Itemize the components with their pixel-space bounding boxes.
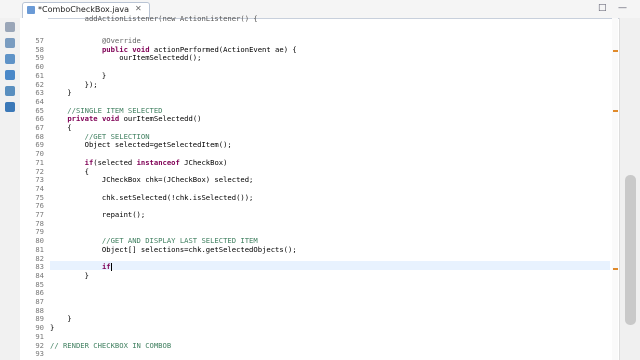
code-line: //GET AND DISPLAY LAST SELECTED ITEM [50, 236, 258, 246]
scrollbar-thumb[interactable] [625, 175, 636, 325]
code-line: } [50, 88, 72, 98]
line-number: 88 [35, 305, 44, 315]
vertical-scrollbar[interactable] [619, 18, 640, 360]
line-number: 81 [35, 244, 44, 254]
line-number: 75 [35, 192, 44, 202]
warning-marker[interactable] [613, 50, 618, 52]
warning-marker[interactable] [613, 110, 618, 112]
code-line: } [50, 270, 89, 280]
line-number: 71 [35, 157, 44, 167]
code-line: if [101, 262, 112, 272]
line-number-gutter: 57 58 59 60 61 62 63 64 65 66 67 68 69 70 71 72 73 74 75 76… [20, 18, 48, 360]
code-line: public void actionPerformed(ActionEvent … [101, 44, 297, 54]
text-caret [110, 263, 112, 272]
maximize-icon[interactable]: □ [598, 3, 607, 13]
code-line: //GET SELECTION [50, 131, 150, 141]
code-line: } [50, 314, 72, 324]
code-line: ourItemSelectedd(); [50, 53, 202, 63]
tab-title: *ComboCheckBox.java [38, 5, 130, 14]
line-number: 63 [35, 88, 44, 98]
line-number: 65 [35, 105, 44, 115]
code-line: private void ourItemSelectedd() [67, 114, 202, 124]
java-file-icon [27, 6, 35, 14]
line-number: 73 [35, 175, 44, 185]
line-number: 92 [35, 340, 44, 350]
line-number: 57 [35, 36, 44, 45]
code-line: } [50, 70, 107, 80]
line-number: 93 [35, 349, 44, 359]
line-number: 74 [35, 183, 44, 193]
code-line: } [50, 323, 55, 333]
code-line: { [50, 123, 72, 132]
code-line: repaint(); [50, 210, 146, 219]
line-number: 80 [35, 236, 44, 246]
line-number: 87 [35, 297, 44, 306]
error-marker[interactable] [613, 268, 618, 270]
line-number: 72 [35, 166, 44, 176]
code-line: @Override [50, 36, 141, 45]
close-tab-icon[interactable]: ✕ [135, 4, 142, 13]
line-number: 85 [35, 279, 44, 289]
code-line: Object[] selections=chk.getSelectedObjec… [50, 244, 297, 254]
code-line: chk.setSelected(!chk.isSelected()); [50, 192, 254, 202]
line-number: 66 [35, 114, 44, 124]
partial-code-line: addActionListener(new ActionListener() { [50, 14, 258, 23]
minimize-icon[interactable]: — [618, 3, 627, 13]
line-number: 90 [35, 323, 44, 333]
line-number: 79 [35, 227, 44, 237]
line-number: 58 [35, 44, 44, 54]
overview-ruler [612, 18, 618, 360]
line-number: 76 [35, 201, 44, 211]
line-number: 83 [35, 262, 44, 272]
line-number: 61 [35, 70, 44, 80]
code-line: //SINGLE ITEM SELECTED [50, 105, 163, 115]
code-line: }); [50, 79, 98, 89]
line-number: 70 [35, 149, 44, 159]
code-line: { [50, 166, 89, 176]
line-number: 89 [35, 314, 44, 324]
line-number: 68 [35, 131, 44, 141]
line-number: 86 [35, 288, 44, 298]
line-number: 59 [35, 53, 44, 63]
line-number: 82 [35, 253, 44, 263]
line-number: 60 [35, 62, 44, 72]
line-number: 77 [35, 210, 44, 219]
code-line: JCheckBox chk=(JCheckBox) selected; [50, 175, 254, 185]
line-number: 84 [35, 270, 44, 280]
line-number: 62 [35, 79, 44, 89]
line-number: 67 [35, 123, 44, 132]
line-number: 91 [35, 331, 44, 341]
line-number: 69 [35, 140, 44, 150]
code-line: // RENDER CHECKBOX IN COMBOB [50, 340, 172, 350]
code-line: Object selected=getSelectedItem(); [50, 140, 232, 150]
restore-icon[interactable] [5, 22, 15, 32]
line-number: 78 [35, 218, 44, 228]
code-editor[interactable]: addActionListener(new ActionListener() {… [50, 14, 610, 360]
code-line: if(selected instanceof JCheckBox) [84, 157, 228, 167]
line-number: 64 [35, 96, 44, 106]
